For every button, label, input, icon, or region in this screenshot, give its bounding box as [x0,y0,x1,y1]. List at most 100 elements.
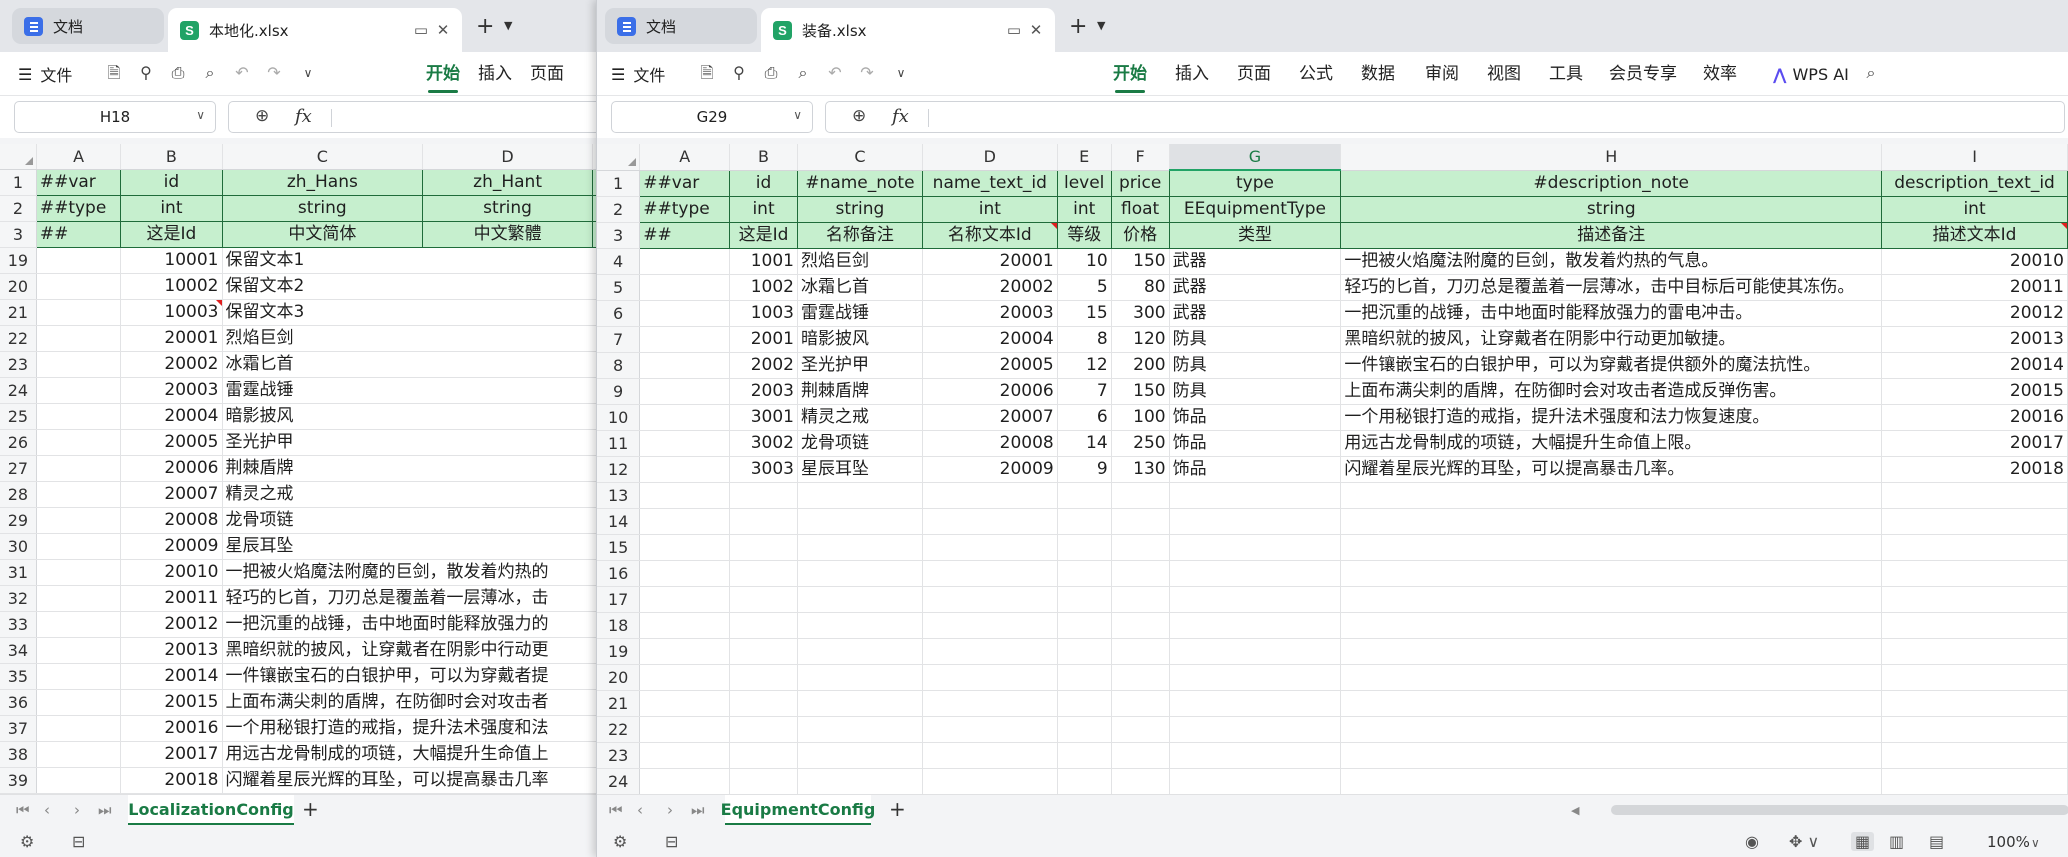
empty-cell[interactable] [729,612,798,639]
row-header[interactable]: 1 [597,170,641,197]
cell-id[interactable]: 20006 [120,455,223,482]
zoom-icon[interactable]: ⊕ [255,106,269,126]
menu-tab-tools[interactable]: 工具 [1549,52,1583,96]
cell-a[interactable] [36,507,122,534]
empty-cell[interactable] [1881,482,2068,509]
cell-a[interactable] [36,585,122,612]
cell-zh-hans[interactable]: 轻巧的匕首，刀刃总是覆盖着一层薄冰，击 [222,585,600,612]
cell-type[interactable]: 武器 [1169,300,1342,327]
empty-cell[interactable] [797,664,923,691]
cell-level[interactable]: 8 [1057,326,1112,353]
column-header[interactable]: D [422,144,593,170]
restore-icon[interactable]: ▭ [1003,21,1025,39]
empty-cell[interactable] [1340,586,1883,613]
formula-input[interactable]: ⊕ fx [825,101,2065,133]
cell-id[interactable]: 20001 [120,325,223,352]
add-sheet-icon[interactable]: + [889,797,906,821]
row-header[interactable]: 20 [597,664,641,691]
cell-a[interactable] [36,559,122,586]
cell-desc-id[interactable]: 20015 [1881,378,2068,405]
cell-name[interactable]: 冰霜匕首 [797,274,923,301]
undo-icon[interactable]: ↶ [232,63,252,83]
column-header[interactable]: G [1169,144,1342,171]
row-header[interactable]: 10 [597,404,641,431]
row-header[interactable]: 39 [0,767,37,794]
empty-cell[interactable] [1057,716,1112,743]
row-header[interactable]: 3 [0,221,37,248]
cell-level[interactable]: 14 [1057,430,1112,457]
cell-a[interactable] [36,663,122,690]
row-header[interactable]: 2 [0,195,37,222]
header-cell[interactable]: ##var [35,169,122,196]
cell-level[interactable]: 12 [1057,352,1112,379]
row-header[interactable]: 11 [597,430,641,457]
row-header[interactable]: 21 [0,299,37,326]
empty-cell[interactable] [797,612,923,639]
cell-zh-hans[interactable]: 一把被火焰魔法附魔的巨剑，散发着灼热的 [222,559,600,586]
row-header[interactable]: 16 [597,560,641,587]
eye-icon[interactable]: ◉ [1745,832,1759,851]
cell-price[interactable]: 130 [1111,456,1170,483]
row-header[interactable]: 18 [597,612,641,639]
cell-a[interactable] [639,326,731,353]
row-header[interactable]: 29 [0,507,37,534]
empty-cell[interactable] [639,768,731,794]
cell-level[interactable]: 15 [1057,300,1112,327]
empty-cell[interactable] [797,716,923,743]
header-cell[interactable]: string [221,195,424,222]
menu-tab-efficiency[interactable]: 效率 [1703,52,1737,96]
cell-desc-id[interactable]: 20011 [1881,274,2068,301]
cell-price[interactable]: 100 [1111,404,1170,431]
cell-zh-hans[interactable]: 保留文本2 [222,273,600,300]
cross-highlight-icon[interactable]: ✥ ∨ [1789,832,1819,851]
cell-id[interactable]: 20013 [120,637,223,664]
row-header[interactable]: 19 [0,247,37,274]
cell-id[interactable]: 20018 [120,767,223,794]
cell-id[interactable]: 3003 [729,456,798,483]
share-icon[interactable]: ⚲ [136,63,156,83]
row-header[interactable]: 30 [0,533,37,560]
empty-cell[interactable] [639,534,731,561]
first-sheet-icon[interactable]: ⏮ [16,801,30,819]
cell-id[interactable]: 2002 [729,352,798,379]
empty-cell[interactable] [1111,508,1170,535]
empty-cell[interactable] [1111,664,1170,691]
empty-cell[interactable] [922,612,1058,639]
empty-cell[interactable] [1340,612,1883,639]
empty-cell[interactable] [922,508,1058,535]
cell-a[interactable] [36,299,122,326]
cell-name-text-id[interactable]: 20009 [922,456,1058,483]
empty-cell[interactable] [729,482,798,509]
row-header[interactable]: 2 [597,196,641,223]
row-header[interactable]: 19 [597,638,641,665]
wps-ai-button[interactable]: ⋀ WPS AI [1773,52,1849,96]
header-cell[interactable]: ##type [35,195,122,222]
empty-cell[interactable] [1111,612,1170,639]
header-cell[interactable]: zh_Hant [422,169,593,196]
empty-cell[interactable] [922,768,1058,794]
cell-price[interactable]: 120 [1111,326,1170,353]
cell-zh-hans[interactable]: 黑暗织就的披风，让穿戴者在阴影中行动更 [222,637,600,664]
cell-a[interactable] [639,430,731,457]
cell-a[interactable] [639,300,731,327]
header-cell[interactable]: zh_Hans [221,169,424,196]
cell-id[interactable]: 20009 [120,533,223,560]
cell-id[interactable]: 10002 [120,273,223,300]
fx-icon[interactable]: fx [892,106,909,127]
row-header[interactable]: 33 [0,611,37,638]
header-cell[interactable]: 描述备注 [1340,222,1883,249]
row-header[interactable]: 26 [0,429,37,456]
chevron-down-icon[interactable]: ∨ [793,108,802,122]
empty-cell[interactable] [1340,482,1883,509]
empty-cell[interactable] [1057,586,1112,613]
cell-zh-hans[interactable]: 圣光护甲 [222,429,600,456]
plus-icon[interactable]: + [1069,14,1087,39]
cell-type[interactable]: 武器 [1169,274,1342,301]
chevron-down-icon[interactable]: ∨ [196,108,205,122]
last-sheet-icon[interactable]: ⏭ [691,801,705,819]
cell-zh-hans[interactable]: 保留文本3 [222,299,600,326]
empty-cell[interactable] [729,586,798,613]
cell-id[interactable]: 20014 [120,663,223,690]
header-cell[interactable]: int [1881,196,2068,223]
header-cell[interactable]: #name_note [796,169,923,197]
